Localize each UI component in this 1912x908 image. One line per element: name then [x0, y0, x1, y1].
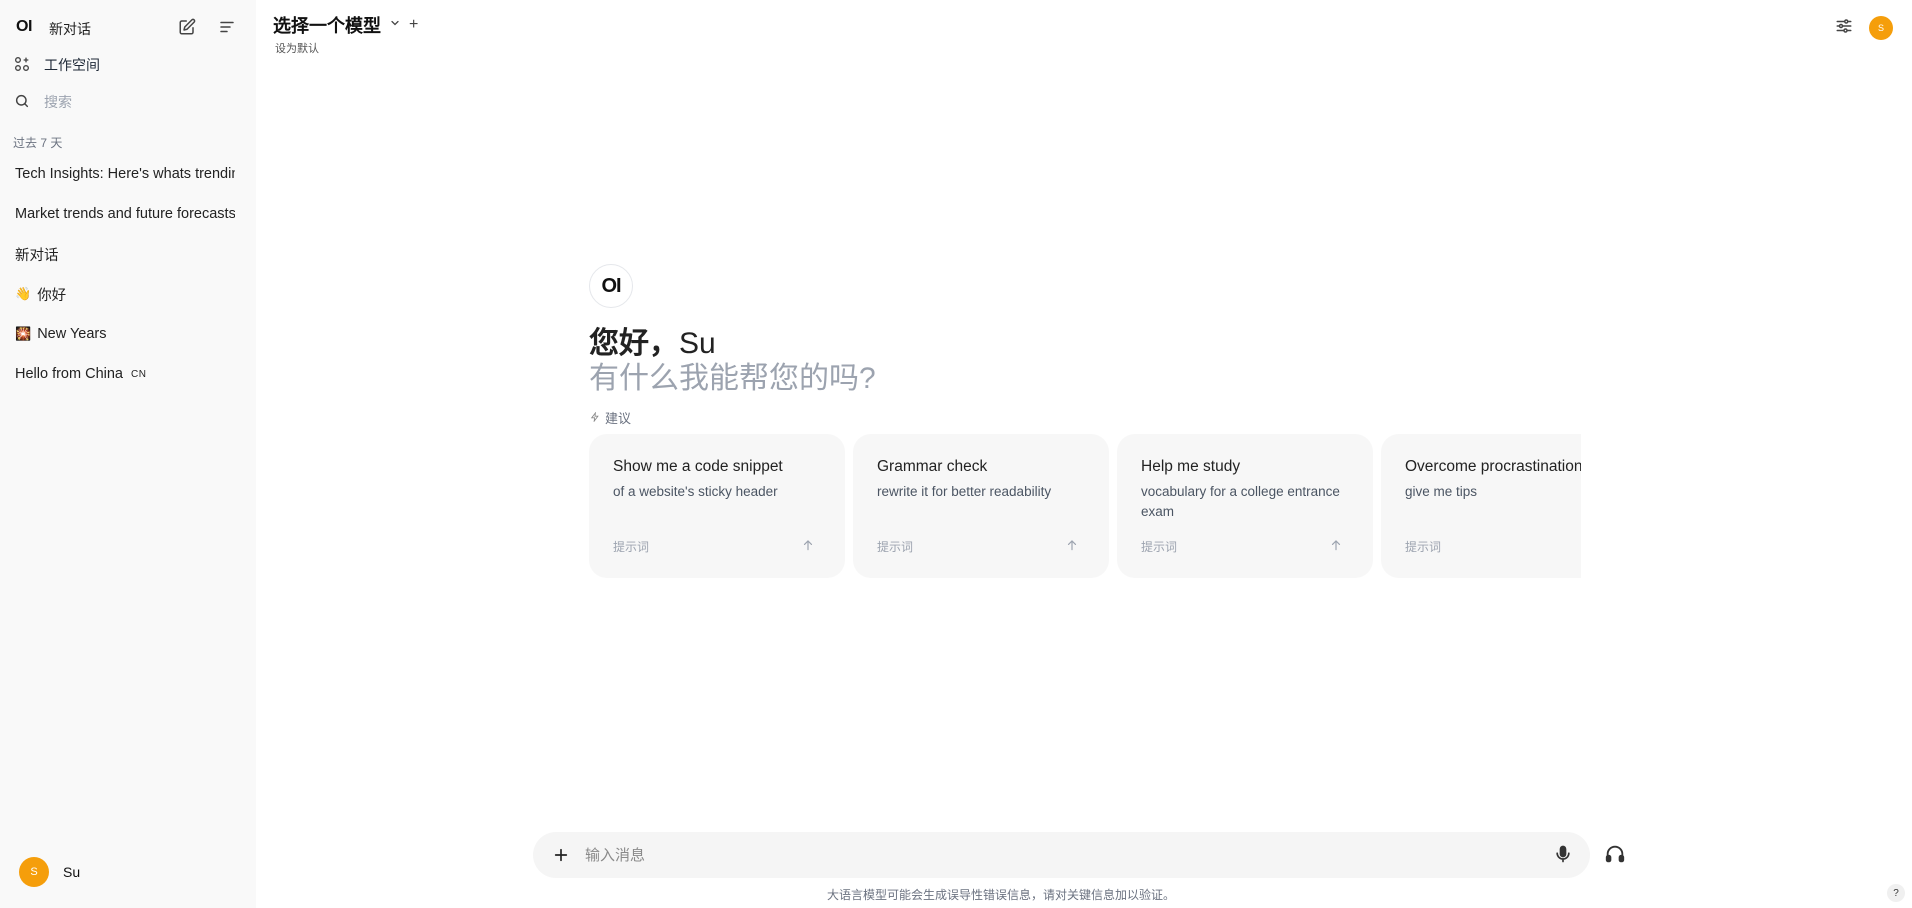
chat-title: New Years: [37, 326, 107, 342]
workspace-label: 工作空间: [44, 57, 100, 73]
section-label: 过去 7 天: [13, 136, 63, 150]
header-avatar[interactable]: S: [1869, 16, 1893, 40]
user-menu[interactable]: S Su: [19, 857, 80, 887]
plus-icon[interactable]: [549, 843, 573, 867]
set-default-link[interactable]: 设为默认: [275, 40, 319, 56]
workspace-link[interactable]: 工作空间: [14, 53, 100, 77]
message-input[interactable]: [585, 840, 1485, 870]
model-select-label: 选择一个模型: [273, 16, 381, 36]
headphones-icon[interactable]: [1604, 843, 1628, 867]
chat-item[interactable]: Market trends and future forecasts: [15, 202, 235, 226]
suggestion-card[interactable]: Overcome procrastination give me tips 提示…: [1381, 434, 1581, 578]
compose-icon[interactable]: [175, 15, 199, 39]
search-row[interactable]: 搜索: [14, 90, 72, 114]
waving-hand-icon: 👋: [15, 286, 32, 301]
user-name: Su: [63, 864, 81, 880]
suggestions-label: 建议: [605, 411, 632, 426]
sidebar-header: OI 新对话: [0, 12, 256, 42]
sidebar: OI 新对话 工作空间 搜索 过去 7 天 Tech Insights: Her…: [0, 0, 256, 908]
chat-title: 你好: [37, 287, 67, 304]
chat-item[interactable]: Hello from China CN: [15, 362, 235, 386]
app-logo[interactable]: OI: [16, 18, 32, 36]
chat-title: Market trends and future forecasts: [15, 206, 235, 222]
disclaimer: 大语言模型可能会生成误导性错误信息，请对关键信息加以验证。: [826, 888, 1175, 902]
search-icon: [14, 93, 30, 112]
hero-logo: OI: [589, 264, 633, 308]
card-footer: 提示词: [613, 540, 650, 554]
card-title: Grammar check: [877, 458, 988, 475]
suggestions-heading: 建议: [590, 408, 631, 427]
search-placeholder: 搜索: [44, 94, 72, 110]
chat-item[interactable]: 新对话: [15, 242, 235, 266]
card-title: Show me a code snippet: [613, 458, 783, 475]
fireworks-icon: 🎇: [15, 326, 32, 341]
bolt-icon: [590, 410, 600, 425]
new-chat-link[interactable]: 新对话: [49, 19, 91, 39]
chevron-down-icon[interactable]: [389, 16, 401, 34]
card-footer: 提示词: [1141, 540, 1178, 554]
sidebar-toggle-icon[interactable]: [215, 15, 239, 39]
card-subtitle: vocabulary for a college entrance exam: [1141, 484, 1340, 519]
chat-title: Hello from China: [15, 366, 123, 382]
card-subtitle: of a website's sticky header: [613, 484, 778, 499]
workspace-icon: [14, 56, 30, 75]
chat-item[interactable]: Tech Insights: Here's whats trending: [15, 162, 235, 186]
chat-item[interactable]: 🎇 New Years: [15, 322, 235, 346]
subtitle: 有什么我能帮您的吗?: [589, 362, 876, 395]
message-composer: [533, 832, 1590, 878]
suggestion-card[interactable]: Show me a code snippet of a website's st…: [589, 434, 845, 578]
chat-item[interactable]: 👋 你好: [15, 282, 235, 306]
card-subtitle: rewrite it for better readability: [877, 484, 1052, 499]
card-footer: 提示词: [1405, 540, 1442, 554]
controls-icon[interactable]: [1835, 17, 1855, 37]
suggestion-card[interactable]: Grammar check rewrite it for better read…: [853, 434, 1109, 578]
model-selector[interactable]: 选择一个模型 +: [273, 12, 418, 38]
add-model-button[interactable]: +: [409, 16, 418, 34]
suggestion-card[interactable]: Help me study vocabulary for a college e…: [1117, 434, 1373, 578]
suggestion-cards: Show me a code snippet of a website's st…: [589, 434, 1581, 578]
card-subtitle: give me tips: [1405, 484, 1478, 499]
card-title: Overcome procrastination: [1405, 458, 1581, 475]
chat-title: 新对话: [15, 247, 59, 264]
card-footer: 提示词: [877, 540, 914, 554]
arrow-up-icon: [1065, 538, 1079, 552]
arrow-up-icon: [1329, 538, 1343, 552]
arrow-up-icon: [801, 538, 815, 552]
chat-title: Tech Insights: Here's whats trending: [15, 166, 235, 182]
microphone-icon[interactable]: [1553, 844, 1575, 866]
china-flag-icon: CN: [131, 368, 147, 380]
card-title: Help me study: [1141, 458, 1241, 475]
help-button[interactable]: ?: [1887, 884, 1905, 902]
avatar: S: [19, 857, 49, 887]
